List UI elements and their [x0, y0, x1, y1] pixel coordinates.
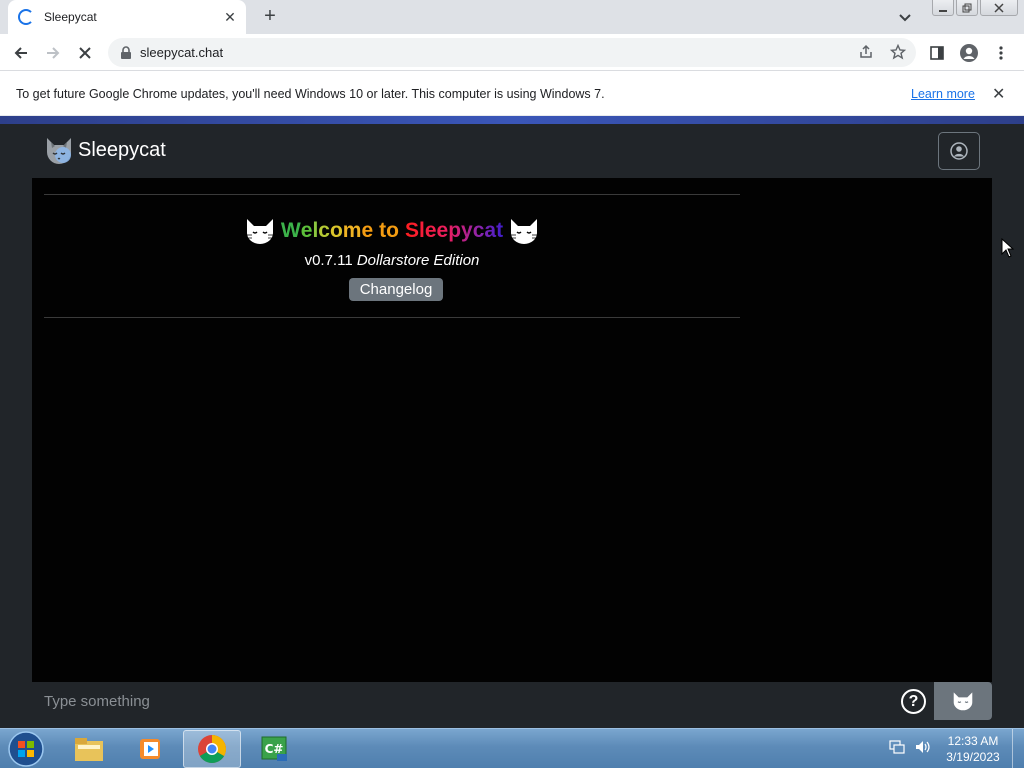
welcome-card: Welcome to Sleepycat v0.7.11 Dollarstore… — [44, 194, 740, 318]
clock-date: 3/19/2023 — [946, 750, 1000, 764]
user-icon — [950, 142, 968, 160]
tab-close-icon[interactable]: ✕ — [222, 9, 238, 26]
welcome-letter: m — [342, 219, 362, 242]
browser-tab[interactable]: Sleepycat ✕ — [8, 0, 246, 34]
send-button[interactable] — [934, 682, 992, 720]
url-text: sleepycat.chat — [140, 45, 224, 60]
forward-button[interactable] — [40, 40, 66, 66]
brand-name: Sleepycat — [78, 138, 166, 161]
welcome-title: Welcome to Sleepycat — [44, 217, 740, 245]
welcome-letter: e — [300, 219, 313, 242]
welcome-letter: c — [318, 219, 330, 242]
edition-name: Dollarstore Edition — [356, 252, 480, 269]
cat-face-icon — [244, 219, 275, 244]
three-dots-menu-icon — [999, 46, 1003, 60]
loading-spinner-icon — [18, 9, 34, 25]
message-input[interactable] — [32, 682, 892, 720]
side-panel-icon — [930, 46, 944, 60]
close-icon — [994, 2, 1004, 13]
back-arrow-icon — [14, 47, 27, 59]
restore-button[interactable] — [956, 0, 978, 16]
infobar-close-icon[interactable]: ✕ — [992, 84, 1005, 104]
app-header: Sleepycat — [32, 126, 992, 178]
folder-icon — [75, 738, 103, 761]
cat-send-icon — [953, 692, 973, 711]
minimize-button[interactable] — [932, 0, 954, 16]
help-button[interactable]: ? — [901, 689, 926, 714]
chat-area: Welcome to Sleepycat v0.7.11 Dollarstore… — [32, 178, 992, 682]
brand[interactable]: Sleepycat — [44, 134, 166, 166]
csharp-file-icon: C# — [261, 736, 287, 761]
stop-loading-button[interactable] — [72, 40, 98, 66]
stop-icon — [79, 47, 91, 59]
minimize-icon — [939, 9, 947, 12]
taskbar-csharp-app[interactable]: C# — [245, 730, 303, 768]
tab-strip: Sleepycat ✕ + — [0, 0, 1024, 34]
share-icon[interactable] — [858, 44, 874, 60]
web-page: Sleepycat Welcome to Sleepycat v0.7.11 D… — [0, 116, 1024, 728]
changelog-button[interactable]: Changelog — [349, 278, 443, 301]
version-number: v0.7.11 — [304, 252, 353, 269]
back-button[interactable] — [8, 40, 34, 66]
clock-time: 12:33 AM — [947, 734, 999, 748]
address-bar[interactable]: sleepycat.chat — [108, 38, 916, 67]
welcome-letter: W — [280, 219, 301, 242]
network-icon[interactable] — [888, 739, 906, 755]
system-clock[interactable]: 12:33 AM 3/19/2023 — [940, 733, 1006, 765]
side-panel-button[interactable] — [924, 40, 950, 66]
profile-button[interactable] — [956, 40, 982, 66]
tab-title: Sleepycat — [44, 10, 97, 24]
browser-toolbar: sleepycat.chat — [0, 34, 1024, 71]
version-text: v0.7.11 Dollarstore Edition — [44, 252, 740, 269]
sleepycat-logo-icon — [47, 138, 71, 164]
taskbar-media-player[interactable] — [121, 730, 179, 768]
cat-face-icon — [509, 219, 540, 244]
start-button-icon[interactable] — [6, 730, 46, 768]
message-input-row: ? — [32, 682, 992, 720]
learn-more-link[interactable]: Learn more — [911, 87, 975, 101]
new-tab-button[interactable]: + — [259, 5, 281, 27]
welcome-letter: e — [361, 219, 374, 242]
chrome-icon — [198, 735, 226, 763]
welcome-word-3: Sleepycat — [405, 219, 504, 242]
mouse-pointer-icon — [1001, 238, 1015, 258]
welcome-letter: o — [329, 219, 343, 242]
page-accent-bar — [0, 116, 1024, 124]
lock-icon — [121, 45, 131, 59]
infobar-message: To get future Google Chrome updates, you… — [16, 86, 605, 101]
bookmark-star-icon[interactable] — [890, 44, 906, 60]
tab-search-chevron-icon[interactable] — [896, 8, 914, 26]
menu-button[interactable] — [988, 40, 1014, 66]
welcome-word-2: to — [379, 219, 399, 242]
user-account-button[interactable] — [938, 132, 980, 170]
volume-icon[interactable] — [914, 739, 932, 755]
show-desktop-button[interactable] — [1012, 729, 1024, 768]
window-controls — [932, 0, 1018, 16]
close-window-button[interactable] — [980, 0, 1018, 16]
profile-avatar-icon — [960, 44, 978, 62]
update-infobar: To get future Google Chrome updates, you… — [0, 72, 1024, 116]
restore-icon — [962, 3, 972, 12]
svg-text:C#: C# — [265, 742, 284, 756]
taskbar-file-explorer[interactable] — [60, 730, 118, 768]
forward-arrow-icon — [47, 47, 60, 59]
system-tray — [888, 739, 932, 755]
taskbar-chrome[interactable] — [183, 730, 241, 768]
media-player-icon — [140, 739, 160, 759]
windows-taskbar: C# 12:33 AM 3/19/2023 — [0, 728, 1024, 768]
welcome-word-1: Welcome — [281, 219, 373, 243]
